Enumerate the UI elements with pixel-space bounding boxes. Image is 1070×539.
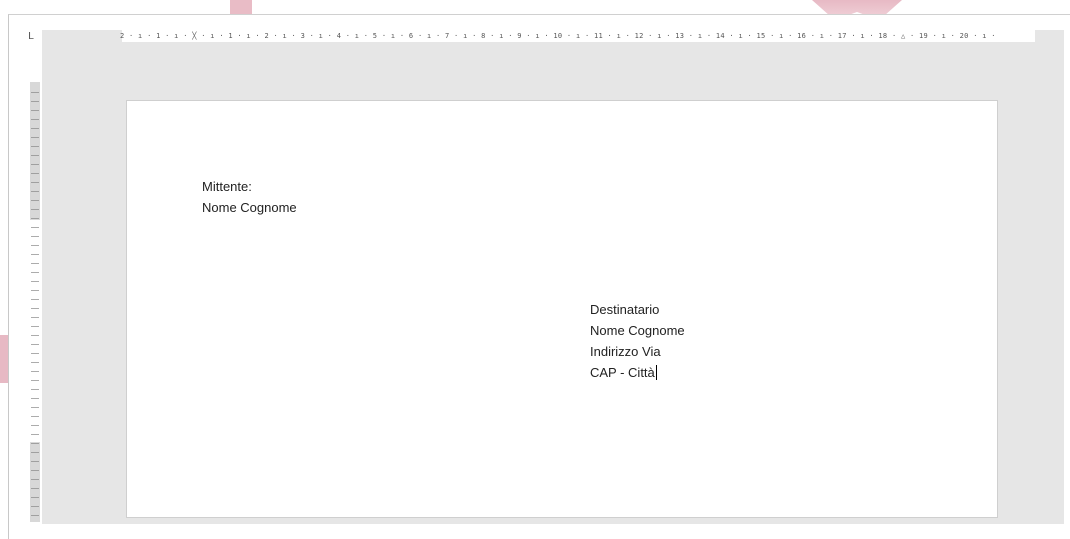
vertical-ruler[interactable]	[28, 42, 42, 528]
document-workspace: Mittente: Nome Cognome Destinatario Nome…	[42, 42, 1064, 524]
recipient-city: CAP - Città	[590, 365, 655, 380]
vertical-ruler-ticks	[31, 92, 39, 522]
sender-label[interactable]: Mittente:	[202, 176, 252, 197]
horizontal-ruler[interactable]: 2 · ı · 1 · ı · ╳ · ı · 1 · ı · 2 · ı · …	[42, 30, 1064, 42]
horizontal-ruler-ticks: 2 · ı · 1 · ı · ╳ · ı · 1 · ı · 2 · ı · …	[120, 32, 996, 40]
recipient-address[interactable]: Indirizzo Via	[590, 341, 661, 362]
recipient-city-line[interactable]: CAP - Città	[590, 362, 657, 383]
sender-name[interactable]: Nome Cognome	[202, 197, 297, 218]
watermark-shape-side	[0, 335, 8, 383]
document-page[interactable]: Mittente: Nome Cognome Destinatario Nome…	[126, 100, 998, 518]
recipient-label[interactable]: Destinatario	[590, 299, 659, 320]
text-cursor	[655, 365, 657, 380]
recipient-name[interactable]: Nome Cognome	[590, 320, 685, 341]
